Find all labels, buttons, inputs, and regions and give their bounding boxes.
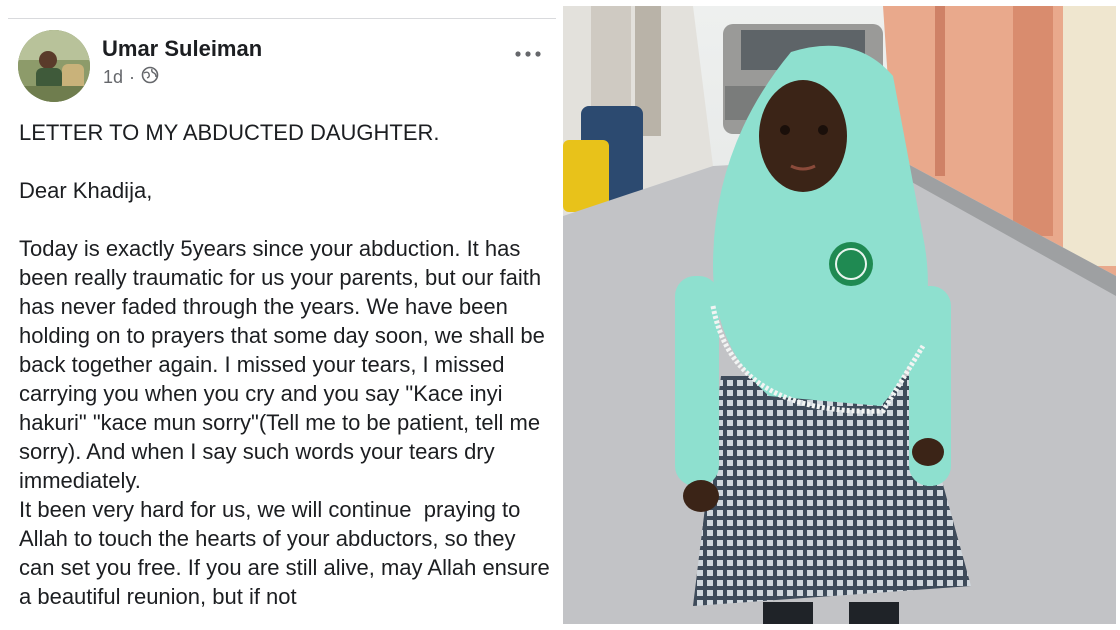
facebook-post: Umar Suleiman 1d · LETTER TO MY ABDUCTED… [0,0,556,630]
letter-paragraph: Today is exactly 5years since your abduc… [19,236,551,493]
post-body: LETTER TO MY ABDUCTED DAUGHTER. Dear Kha… [19,118,555,611]
meta-separator: · [129,67,136,87]
more-options-icon[interactable] [512,44,544,64]
post-time[interactable]: 1d [103,67,123,88]
post-meta: 1d · [103,66,159,89]
divider [8,18,556,19]
letter-title: LETTER TO MY ABDUCTED DAUGHTER. [19,120,440,145]
author-name[interactable]: Umar Suleiman [102,36,262,62]
letter-greeting: Dear Khadija, [19,178,153,203]
avatar[interactable] [18,30,90,102]
letter-paragraph: It been very hard for us, we will contin… [19,497,556,609]
child-photo [563,6,1116,624]
globe-icon [141,66,159,89]
